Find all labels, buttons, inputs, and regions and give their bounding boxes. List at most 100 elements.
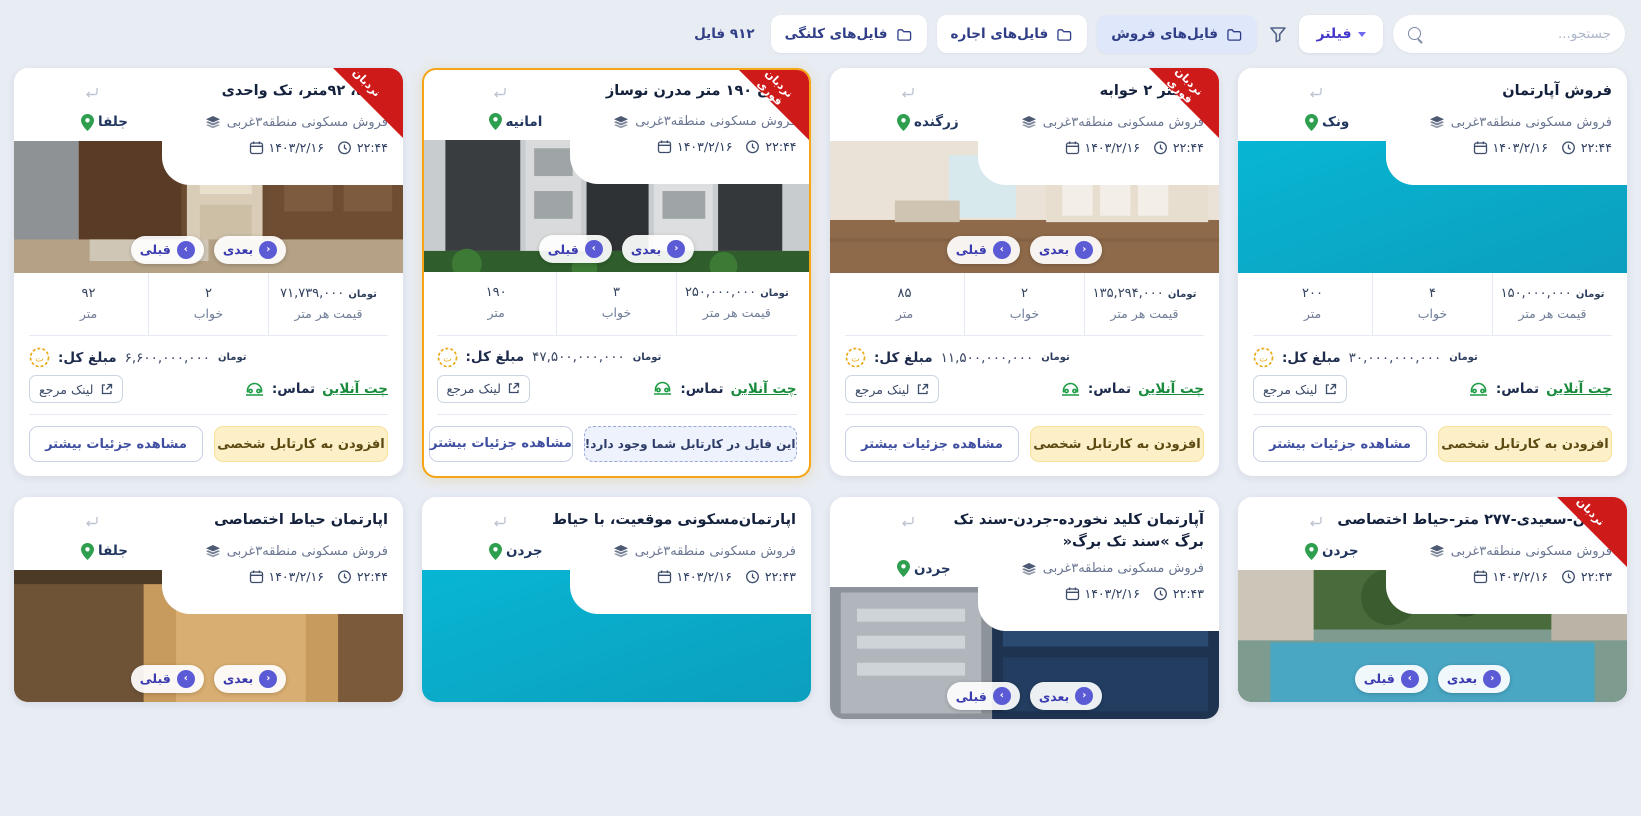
price-per-meter-label: قیمت هر متر (702, 305, 771, 321)
total-price-value: ۳۰,۰۰۰,۰۰۰,۰۰۰ (1348, 349, 1442, 366)
prev-photo-button[interactable]: › قبلی (130, 664, 204, 693)
more-details-button[interactable]: مشاهده جزئیات بیشتر (428, 425, 573, 462)
stat-price-per-meter: تومان ۷۱,۷۳۹,۰۰۰ قیمت هر متر (269, 273, 388, 336)
listing-card[interactable]: نردبان جلفا، ۹۲متر، تک واحدی فروش مسکونی… (14, 68, 403, 477)
card-title: آپارتمان کلید نخورده-جردن-سند تک برگ »سن… (845, 510, 1204, 554)
next-photo-button[interactable]: ‹ بعدی (213, 664, 287, 693)
svg-text:ت: ت (443, 354, 451, 364)
chat-online-link[interactable]: چت آنلاین (1138, 381, 1204, 397)
card-stats: تومان ۱۳۵,۲۹۴,۰۰۰ قیمت هر متر ۲ خواب ۸۵ … (845, 272, 1204, 336)
next-photo-button[interactable]: ‹ بعدی (1029, 682, 1103, 711)
more-details-button[interactable]: مشاهده جزئیات بیشتر (1253, 426, 1427, 463)
clock-icon (745, 569, 760, 584)
search-input-wrapper[interactable] (1393, 15, 1625, 53)
prev-photo-button[interactable]: › قبلی (1354, 664, 1428, 693)
location-pin-icon (1305, 113, 1318, 131)
listing-card[interactable]: اپارتمان‌مسکونی موقعیت، با حیاط فروش مسک… (422, 496, 811, 702)
card-meta: فروش مسکونی منطقه۳غربی جردن (845, 560, 1204, 578)
card-meta: فروش مسکونی منطقه۳غربی جردن (1253, 542, 1612, 560)
listing-card[interactable]: اپارتمان حیاط اختصاصی فروش مسکونی منطقه۳… (14, 496, 403, 702)
next-photo-label: بعدی (222, 242, 254, 258)
reference-link-label: لینک مرجع (855, 381, 910, 397)
card-photo[interactable]: ‹ بعدی › قبلی (424, 140, 809, 273)
listing-card[interactable]: نردبان جردن-سعیدی-۲۷۷ متر-حیاط اختصاصی ف… (1238, 496, 1627, 702)
price-per-meter-label: قیمت هر متر (1110, 305, 1179, 321)
card-datetime: ۱۴۰۳/۲/۱۶ ۲۲:۴۴ (29, 569, 388, 584)
card-photo[interactable] (1238, 140, 1627, 273)
card-photo[interactable]: ‹ بعدی › قبلی (14, 140, 403, 273)
toman-label: تومان (760, 288, 789, 300)
add-to-cartable-button[interactable]: افزودن به کارتابل شخصی (214, 426, 388, 463)
reply-arrow-icon (1309, 85, 1323, 107)
tab-rent-files[interactable]: فایل‌های اجاره (936, 15, 1088, 53)
chat-online-link[interactable]: چت آنلاین (322, 381, 388, 397)
next-photo-button[interactable]: ‹ بعدی (621, 235, 695, 264)
tab-demolition-files[interactable]: فایل‌های کلنگی (770, 15, 927, 53)
stat-price-per-meter: تومان ۱۳۵,۲۹۴,۰۰۰ قیمت هر متر (1085, 273, 1204, 336)
stat-beds: ۲ خواب (149, 272, 269, 336)
reference-link-button[interactable]: لینک مرجع (436, 374, 530, 403)
next-photo-button[interactable]: ‹ بعدی (1029, 235, 1103, 264)
coin-icon: ت (29, 347, 50, 368)
card-time: ۲۲:۴۳ (1172, 586, 1204, 602)
card-location: زرگنده (897, 113, 959, 131)
search-input[interactable] (1432, 26, 1611, 42)
listing-card[interactable]: آپارتمان کلید نخورده-جردن-سند تک برگ »سن… (830, 496, 1219, 720)
card-actions: افزودن به کارتابل شخصی مشاهده جزئیات بیش… (845, 414, 1204, 476)
layers-icon (613, 544, 629, 558)
card-category: فروش مسکونی منطقه۳غربی (1429, 115, 1612, 130)
card-title: اپارتمان حیاط اختصاصی (29, 510, 388, 536)
add-to-cartable-button[interactable]: افزودن به کارتابل شخصی (1438, 426, 1612, 463)
card-category-text: فروش مسکونی منطقه۳غربی (226, 543, 388, 559)
prev-photo-button[interactable]: › قبلی (946, 235, 1020, 264)
location-pin-icon (897, 560, 910, 578)
photo-carousel: ‹ بعدی › قبلی (424, 235, 809, 264)
filter-button[interactable]: فیلتر (1299, 15, 1383, 53)
tab-sale-files[interactable]: فایل‌های فروش (1097, 15, 1257, 53)
prev-photo-button[interactable]: › قبلی (130, 235, 204, 264)
card-stats: تومان ۷۱,۷۳۹,۰۰۰ قیمت هر متر ۲ خواب ۹۲ م… (29, 272, 388, 336)
funnel-icon[interactable] (1267, 23, 1289, 45)
prev-photo-label: قبلی (139, 242, 171, 258)
reference-link-button[interactable]: لینک مرجع (29, 375, 123, 404)
add-to-cartable-button[interactable]: افزودن به کارتابل شخصی (1030, 426, 1204, 463)
next-photo-button[interactable]: ‹ بعدی (213, 235, 287, 264)
reference-link-button[interactable]: لینک مرجع (845, 375, 939, 404)
toman-label: تومان (218, 352, 247, 364)
external-link-icon (100, 383, 113, 396)
card-photo[interactable]: ‹ بعدی › قبلی (1238, 569, 1627, 702)
next-photo-button[interactable]: ‹ بعدی (1437, 664, 1511, 693)
listing-card[interactable]: نردبان فوری ۸۵ متر ۲ خوابه فروش مسکونی م… (830, 68, 1219, 477)
layers-icon (1429, 115, 1445, 129)
listing-card-highlighted[interactable]: نردبان فوری جردن ۱۹۰ متر مدرن نوساز فروش… (422, 68, 811, 478)
listing-card[interactable]: فروش آپارتمان فروش مسکونی منطقه۳غربی ونک (1238, 68, 1627, 477)
layers-icon (205, 115, 221, 129)
card-time: ۲۲:۴۴ (765, 139, 797, 155)
card-category: فروش مسکونی منطقه۳غربی (205, 115, 388, 130)
chat-online-link[interactable]: چت آنلاین (1546, 381, 1612, 397)
reference-link-button[interactable]: لینک مرجع (1253, 375, 1347, 404)
card-photo[interactable]: ‹ بعدی › قبلی (830, 140, 1219, 273)
card-category-text: فروش مسکونی منطقه۳غربی (1450, 114, 1612, 130)
card-datetime: ۱۴۰۳/۲/۱۶ ۲۲:۴۳ (845, 586, 1204, 601)
card-location: ونک (1305, 113, 1349, 131)
card-datetime: ۱۴۰۳/۲/۱۶ ۲۲:۴۴ (29, 140, 388, 155)
prev-photo-button[interactable]: › قبلی (538, 235, 612, 264)
card-date: ۱۴۰۳/۲/۱۶ (268, 139, 324, 155)
card-title: جردن ۱۹۰ متر مدرن نوساز (437, 81, 797, 107)
card-stats: تومان ۱۵۰,۰۰۰,۰۰۰ قیمت هر متر ۴ خواب ۲۰۰… (1253, 272, 1612, 336)
card-total-price: ت مبلغ کل: ۴۷,۵۰۰,۰۰۰,۰۰۰ تومان (437, 336, 797, 371)
card-photo[interactable]: ‹ بعدی › قبلی (830, 587, 1219, 720)
clock-icon (337, 569, 352, 584)
prev-photo-button[interactable]: › قبلی (946, 682, 1020, 711)
card-photo[interactable] (422, 569, 811, 702)
card-contact: تماس: چت آنلاین لینک مرجع (845, 371, 1204, 414)
more-details-button[interactable]: مشاهده جزئیات بیشتر (845, 426, 1019, 463)
contact-label: تماس: (680, 380, 724, 397)
card-location-text: جردن (506, 543, 543, 560)
card-time: ۲۲:۴۴ (356, 568, 388, 584)
card-photo[interactable]: ‹ بعدی › قبلی (14, 569, 403, 702)
card-title-text: ۸۵ متر ۲ خوابه (1099, 83, 1204, 99)
chat-online-link[interactable]: چت آنلاین (731, 381, 797, 397)
more-details-button[interactable]: مشاهده جزئیات بیشتر (29, 426, 203, 463)
